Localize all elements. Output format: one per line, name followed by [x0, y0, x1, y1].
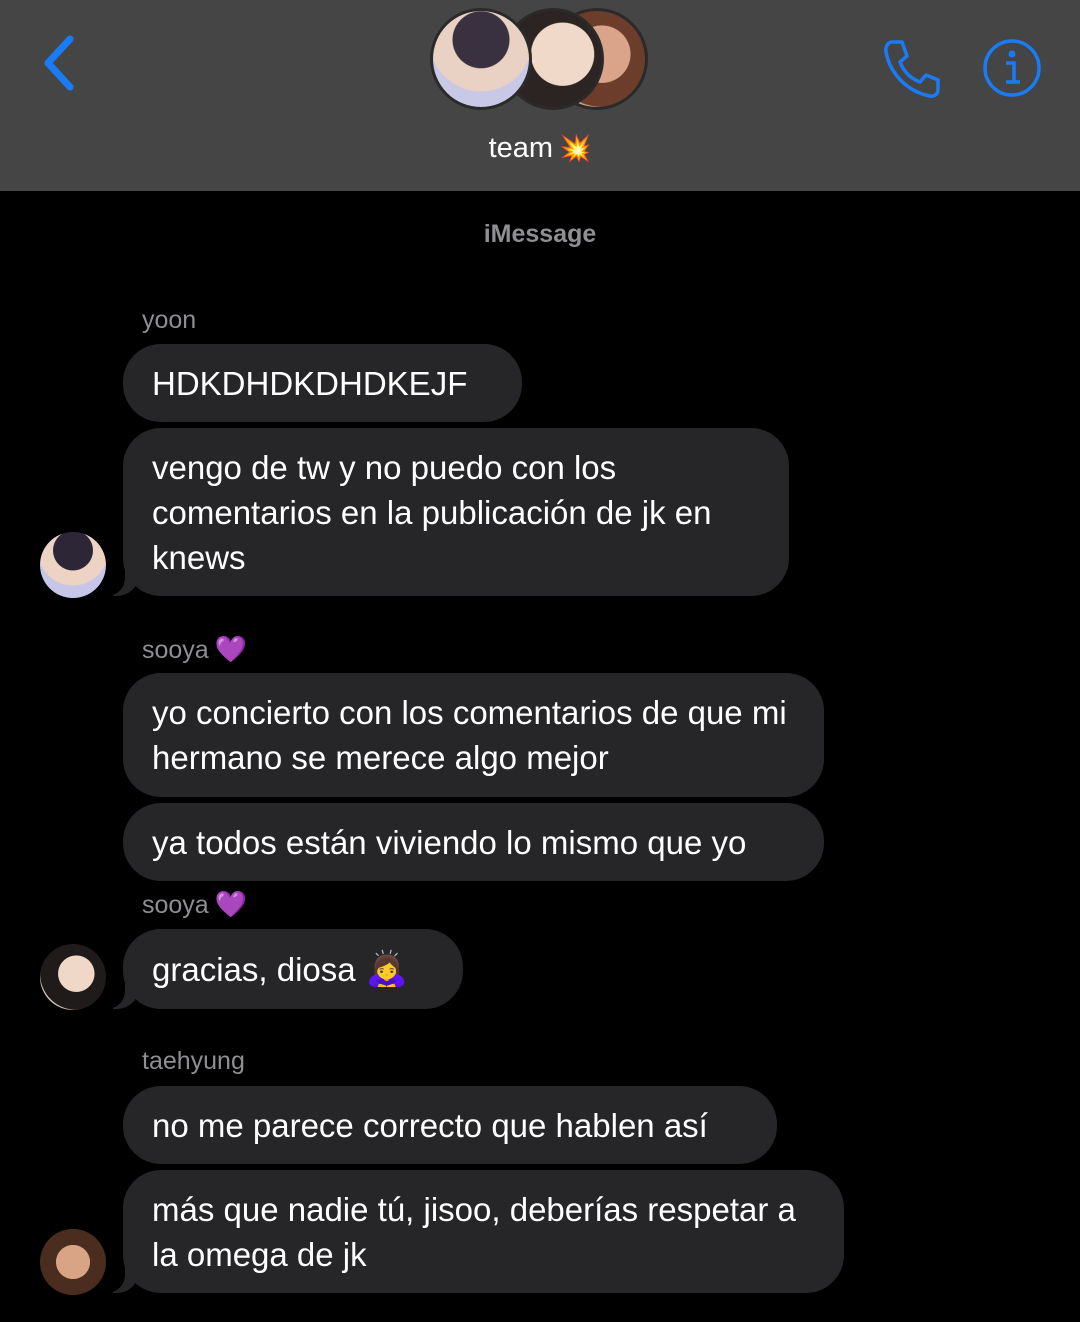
avatar[interactable]	[40, 1229, 106, 1295]
message-bubble[interactable]: más que nadie tú, jisoo, deberías respet…	[123, 1170, 844, 1293]
sender-name: yoon	[142, 306, 197, 334]
message-bubble[interactable]: gracias, diosa 🙇‍♀️	[123, 929, 463, 1009]
message-bubble[interactable]: yo concierto con los comentarios de que …	[123, 673, 824, 797]
message-text: más que nadie tú, jisoo, deberías respet…	[152, 1190, 796, 1273]
message-text: no me parece correcto que hablen así	[152, 1106, 708, 1144]
call-button[interactable]	[878, 36, 944, 102]
avatar	[430, 8, 532, 110]
message-bubble[interactable]: HDKDHDKDHDKEJF	[123, 344, 522, 422]
bubble-tail	[99, 983, 139, 1009]
avatar[interactable]	[40, 944, 106, 1010]
chevron-left-icon	[44, 35, 74, 91]
message-bubble[interactable]: no me parece correcto que hablen así	[123, 1086, 777, 1164]
message-bubble[interactable]: ya todos están viviendo lo mismo que yo	[123, 803, 824, 881]
group-name[interactable]: team 💥	[0, 132, 1080, 165]
conversation-header: team 💥	[0, 0, 1080, 191]
info-button[interactable]	[982, 38, 1042, 98]
bubble-tail	[99, 570, 139, 596]
purple-heart-emoji: 💜	[214, 889, 248, 919]
group-name-text: team	[488, 132, 554, 164]
purple-heart-emoji: 💜	[214, 634, 248, 664]
message-text: vengo de tw y no puedo con los comentari…	[152, 448, 712, 576]
info-icon	[983, 39, 1041, 97]
sender-name: taehyung	[142, 1047, 245, 1075]
service-label: iMessage	[483, 220, 597, 248]
sender-name-text: sooya	[142, 636, 209, 664]
collision-emoji: 💥	[559, 133, 592, 163]
avatar[interactable]	[40, 532, 106, 598]
back-button[interactable]	[30, 30, 86, 96]
sender-name: sooya 💜	[142, 889, 247, 920]
message-text: HDKDHDKDHDKEJF	[152, 364, 468, 402]
bubble-tail	[99, 1267, 139, 1293]
sender-name: sooya 💜	[142, 634, 247, 665]
message-text: ya todos están viviendo lo mismo que yo	[152, 823, 747, 861]
group-avatars[interactable]	[430, 8, 660, 112]
bowing-woman-emoji: 🙇‍♀️	[365, 949, 408, 988]
message-text: yo concierto con los comentarios de que …	[152, 694, 787, 776]
message-text: gracias, diosa	[152, 950, 356, 988]
message-bubble[interactable]: vengo de tw y no puedo con los comentari…	[123, 428, 789, 596]
sender-name-text: sooya	[142, 891, 209, 919]
phone-icon	[884, 40, 940, 98]
